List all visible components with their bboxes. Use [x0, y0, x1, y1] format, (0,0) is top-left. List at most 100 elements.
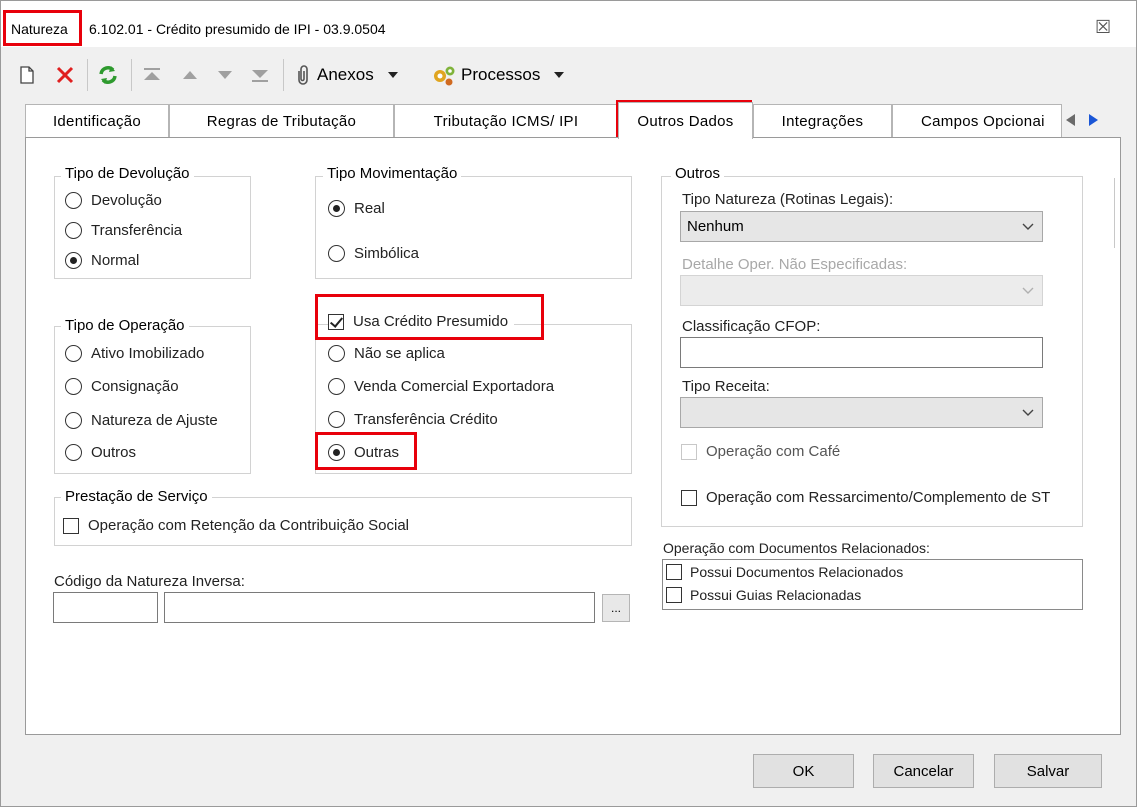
tab-identificacao[interactable]: Identificação: [25, 104, 169, 138]
detalhe-oper-label: Detalhe Oper. Não Especificadas:: [682, 256, 908, 273]
natureza-inversa-code-input[interactable]: [53, 592, 158, 623]
natureza-inversa-description-input[interactable]: [164, 592, 595, 623]
radio-button: [328, 411, 345, 428]
previous-record-icon[interactable]: [181, 63, 199, 87]
radio-button: [65, 444, 82, 461]
anexos-button[interactable]: Anexos: [293, 63, 400, 87]
title-bar: Natureza 6.102.01 - Crédito presumido de…: [1, 1, 1136, 47]
option-label: Real: [354, 200, 385, 217]
radio-outros[interactable]: Outros: [65, 444, 136, 461]
radio-consignacao[interactable]: Consignação: [65, 378, 179, 395]
dropdown-arrow-icon: [554, 72, 565, 78]
cancelar-label: Cancelar: [893, 762, 954, 780]
operacao-cafe-checkbox[interactable]: Operação com Café: [681, 443, 840, 460]
chevron-down-icon: [1022, 223, 1034, 230]
tipo-natureza-label: Tipo Natureza (Rotinas Legais):: [682, 191, 894, 208]
panel-scrollbar[interactable]: [1114, 178, 1118, 248]
anexos-label: Anexos: [317, 65, 374, 84]
tipo-movimentacao-label: Tipo Movimentação: [323, 165, 462, 182]
checkbox-label: Operação com Café: [706, 443, 841, 460]
checkbox-label: Possui Documentos Relacionados: [690, 564, 904, 580]
tab-label: Regras de Tributação: [206, 113, 357, 130]
dropdown-arrow-icon: [387, 72, 398, 78]
radio-transferencia-credito[interactable]: Transferência Crédito: [328, 411, 498, 428]
salvar-label: Salvar: [1026, 762, 1070, 780]
ok-label: OK: [792, 762, 815, 780]
last-record-icon[interactable]: [250, 63, 270, 87]
tab-outros-dados[interactable]: Outros Dados: [618, 102, 753, 139]
first-record-icon[interactable]: [142, 63, 162, 87]
radio-devolucao[interactable]: Devolução: [65, 192, 162, 209]
classificacao-cfop-input[interactable]: [680, 337, 1043, 368]
option-label: Outras: [354, 444, 400, 461]
toolbar-separator: [87, 59, 88, 91]
radio-button: [65, 378, 82, 395]
radio-nao-se-aplica[interactable]: Não se aplica: [328, 345, 445, 362]
possui-documentos-checkbox[interactable]: Possui Documentos Relacionados: [666, 564, 903, 580]
radio-real[interactable]: Real: [328, 200, 385, 217]
tipo-natureza-value: Nenhum: [687, 218, 744, 235]
processos-button[interactable]: Processos: [431, 63, 566, 87]
radio-button: [65, 222, 82, 239]
checkbox: [681, 489, 697, 506]
checkbox-label: Operação com Retenção da Contribuição So…: [88, 517, 410, 534]
gears-icon: [434, 66, 455, 86]
chevron-down-icon: [1022, 287, 1034, 294]
option-label: Devolução: [91, 192, 162, 209]
lookup-label: ...: [610, 601, 621, 615]
natureza-inversa-lookup-button[interactable]: ...: [602, 594, 630, 622]
tab-label: Tributação ICMS/ IPI: [433, 113, 579, 130]
radio-button: [65, 345, 82, 362]
radio-natureza-de-ajuste[interactable]: Natureza de Ajuste: [65, 412, 218, 429]
radio-simbolica[interactable]: Simbólica: [328, 245, 419, 262]
scroll-right-icon[interactable]: [1087, 112, 1101, 128]
window: Natureza 6.102.01 - Crédito presumido de…: [0, 0, 1137, 807]
tab-integracoes[interactable]: Integrações: [753, 104, 892, 138]
radio-button: [328, 200, 345, 217]
radio-transferencia[interactable]: Transferência: [65, 222, 182, 239]
new-document-icon[interactable]: [19, 63, 35, 87]
checkbox-label: Operação com Ressarcimento/Complemento d…: [706, 489, 1051, 506]
option-label: Simbólica: [354, 245, 420, 262]
option-label: Venda Comercial Exportadora: [354, 378, 555, 395]
tab-campos-opcionais[interactable]: Campos Opcionai: [892, 104, 1062, 138]
radio-ativo-imobilizado[interactable]: Ativo Imobilizado: [65, 345, 204, 362]
tab-regras-de-tributacao[interactable]: Regras de Tributação: [169, 104, 394, 138]
salvar-button[interactable]: Salvar: [994, 754, 1102, 788]
tipo-receita-label: Tipo Receita:: [682, 378, 770, 395]
toolbar: Anexos Processos: [5, 49, 1133, 101]
tab-label: Outros Dados: [637, 112, 734, 130]
option-label: Não se aplica: [354, 345, 445, 362]
cancelar-button[interactable]: Cancelar: [873, 754, 974, 788]
radio-outras[interactable]: Outras: [328, 444, 399, 461]
scroll-left-icon[interactable]: [1063, 112, 1077, 128]
radio-button: [328, 245, 345, 262]
window-title-prefix: Natureza: [11, 21, 68, 37]
option-label: Consignação: [91, 378, 179, 395]
documentos-relacionados-label: Operação com Documentos Relacionados:: [663, 540, 930, 556]
tipo-natureza-select[interactable]: Nenhum: [680, 211, 1043, 242]
detalhe-oper-select[interactable]: [680, 275, 1043, 306]
close-icon[interactable]: ☒: [1095, 17, 1111, 38]
next-record-icon[interactable]: [216, 63, 234, 87]
tipo-devolucao-label: Tipo de Devolução: [61, 165, 194, 182]
tab-strip: Identificação Regras de Tributação Tribu…: [25, 102, 1121, 139]
radio-venda-comercial-exportadora[interactable]: Venda Comercial Exportadora: [328, 378, 554, 395]
delete-icon[interactable]: [55, 63, 75, 87]
possui-guias-checkbox[interactable]: Possui Guias Relacionadas: [666, 587, 861, 603]
tab-label: Identificação: [52, 113, 142, 130]
usa-credito-presumido-checkbox[interactable]: Usa Crédito Presumido: [328, 313, 515, 330]
retencao-contribuicao-checkbox[interactable]: Operação com Retenção da Contribuição So…: [63, 517, 409, 534]
prestacao-servico-label: Prestação de Serviço: [61, 488, 212, 505]
ok-button[interactable]: OK: [753, 754, 854, 788]
operacao-ressarcimento-checkbox[interactable]: Operação com Ressarcimento/Complemento d…: [681, 489, 1050, 506]
radio-normal[interactable]: Normal: [65, 252, 139, 269]
tab-tributacao-icms-ipi[interactable]: Tributação ICMS/ IPI: [394, 104, 618, 138]
checkbox: [63, 517, 79, 534]
tipo-receita-select[interactable]: [680, 397, 1043, 428]
refresh-icon[interactable]: [97, 63, 119, 87]
tab-label: Campos Opcionai: [921, 113, 1045, 130]
checkbox-label: Possui Guias Relacionadas: [690, 587, 862, 603]
option-label: Transferência: [91, 222, 183, 239]
window-title: 6.102.01 - Crédito presumido de IPI - 03…: [89, 21, 386, 37]
